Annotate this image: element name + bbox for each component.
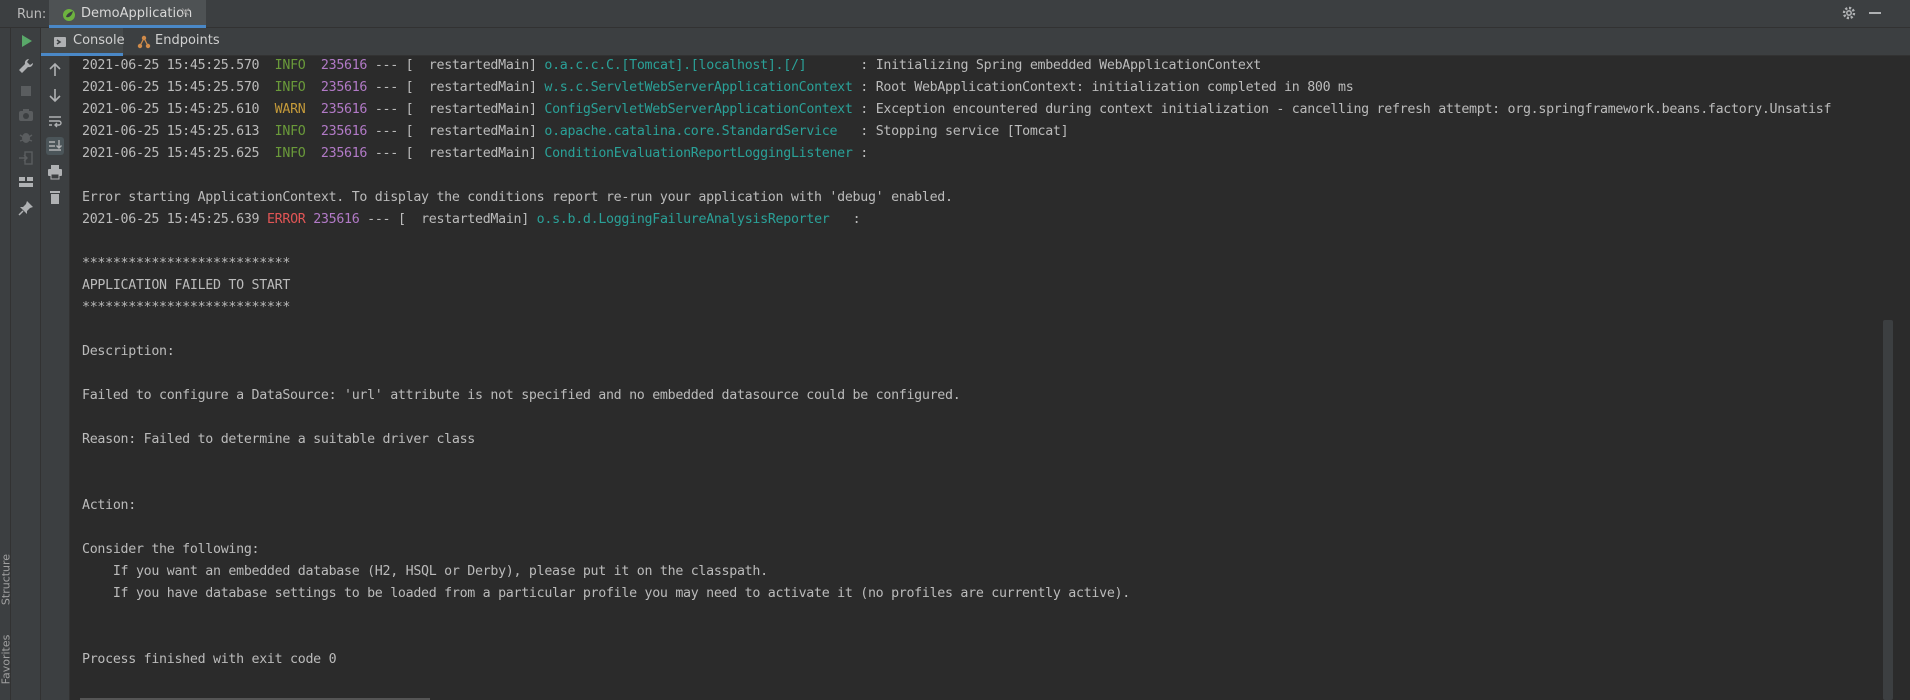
reason-line: Reason: Failed to determine a suitable d… xyxy=(82,432,475,447)
log-line-error: 2021-06-25 15:45:25.639 ERROR 235616 ---… xyxy=(82,212,861,232)
log-thread: --- [ restartedMain] xyxy=(367,146,545,161)
endpoints-icon xyxy=(137,35,151,49)
log-logger: ConditionEvaluationReportLoggingListener xyxy=(544,146,853,161)
minimize-icon[interactable] xyxy=(1866,4,1884,22)
log-thread: --- [ restartedMain] xyxy=(367,58,545,73)
log-level: WARN xyxy=(274,102,314,117)
log-line: 2021-06-25 15:45:25.570 INFO 235616 --- … xyxy=(82,58,1261,78)
log-logger: w.s.c.ServletWebServerApplicationContext xyxy=(544,80,853,95)
consider-line: Consider the following: xyxy=(82,542,260,557)
log-logger: ConfigServletWebServerApplicationContext xyxy=(544,102,853,117)
log-thread: --- [ restartedMain] xyxy=(367,124,545,139)
log-line: 2021-06-25 15:45:25.613 INFO 235616 --- … xyxy=(82,124,1069,144)
log-timestamp: 2021-06-25 15:45:25.570 xyxy=(82,58,260,73)
console-tool-column xyxy=(41,56,70,700)
trash-icon[interactable] xyxy=(46,188,64,206)
log-level: INFO xyxy=(274,146,314,161)
log-level: INFO xyxy=(274,80,314,95)
log-message: : Stopping service [Tomcat] xyxy=(852,124,1069,139)
consider-item-line: If you have database settings to be load… xyxy=(82,586,1130,601)
log-timestamp: 2021-06-25 15:45:25.570 xyxy=(82,80,260,95)
process-finished-line: Process finished with exit code 0 xyxy=(82,652,337,667)
log-timestamp: 2021-06-25 15:45:25.613 xyxy=(82,124,260,139)
log-thread: --- [ restartedMain] xyxy=(359,212,537,227)
layout-icon[interactable] xyxy=(17,173,35,191)
print-icon[interactable] xyxy=(46,163,64,181)
consider-item-line: If you want an embedded database (H2, HS… xyxy=(82,564,768,579)
log-pid: 235616 xyxy=(313,212,360,227)
log-message: : Exception encountered during context i… xyxy=(852,102,1832,117)
spring-boot-icon xyxy=(63,9,75,21)
log-timestamp: 2021-06-25 15:45:25.625 xyxy=(82,146,260,161)
wrench-icon[interactable] xyxy=(17,57,35,75)
log-thread: --- [ restartedMain] xyxy=(367,102,545,117)
run-sub-tabs: Console Endpoints xyxy=(41,28,1910,56)
log-logger: o.a.c.c.C.[Tomcat].[localhost].[/] xyxy=(544,58,853,73)
action-label-line: Action: xyxy=(82,498,136,513)
log-thread: --- [ restartedMain] xyxy=(367,80,545,95)
rerun-icon[interactable] xyxy=(17,32,35,50)
log-timestamp: 2021-06-25 15:45:25.639 xyxy=(82,212,260,227)
gear-icon[interactable] xyxy=(1840,4,1858,22)
pin-icon[interactable] xyxy=(17,199,35,217)
log-message: : xyxy=(844,212,861,227)
camera-icon[interactable] xyxy=(17,106,35,124)
log-pid: 235616 xyxy=(320,58,368,73)
log-level: INFO xyxy=(274,124,314,139)
stop-icon[interactable] xyxy=(17,82,35,100)
tab-endpoints[interactable]: Endpoints xyxy=(133,28,223,56)
log-message: : Root WebApplicationContext: initializa… xyxy=(852,80,1354,95)
stars-line: *************************** xyxy=(82,256,291,271)
log-line: 2021-06-25 15:45:25.610 WARN 235616 --- … xyxy=(82,102,1831,122)
failed-title-line: APPLICATION FAILED TO START xyxy=(82,278,291,293)
log-line: 2021-06-25 15:45:25.625 INFO 235616 --- … xyxy=(82,146,868,166)
description-label-line: Description: xyxy=(82,344,175,359)
log-logger: o.s.b.d.LoggingFailureAnalysisReporter xyxy=(536,212,845,227)
log-logger: o.apache.catalina.core.StandardService xyxy=(544,124,853,139)
error-hint-line: Error starting ApplicationContext. To di… xyxy=(82,190,953,205)
description-text-line: Failed to configure a DataSource: 'url' … xyxy=(82,388,961,403)
tab-endpoints-label: Endpoints xyxy=(155,33,220,48)
soft-wrap-icon[interactable] xyxy=(46,112,64,130)
scroll-down-icon[interactable] xyxy=(46,86,64,104)
scroll-up-icon[interactable] xyxy=(46,61,64,79)
log-line: 2021-06-25 15:45:25.570 INFO 235616 --- … xyxy=(82,80,1354,100)
tab-console-label: Console xyxy=(73,33,125,48)
vertical-scrollbar-thumb[interactable] xyxy=(1883,320,1893,700)
log-pid: 235616 xyxy=(320,124,368,139)
log-message: : Initializing Spring embedded WebApplic… xyxy=(852,58,1261,73)
log-level: INFO xyxy=(274,58,314,73)
close-icon[interactable]: × xyxy=(180,5,191,20)
console-output[interactable]: 2021-06-25 15:45:25.570 INFO 235616 --- … xyxy=(71,56,1885,700)
run-toolbar: Run: DemoApplication × xyxy=(0,0,1910,28)
log-level: ERROR xyxy=(266,212,306,227)
log-pid: 235616 xyxy=(320,80,368,95)
run-tool-column xyxy=(11,28,41,700)
side-tool-strip: Structure Favorites xyxy=(0,28,13,700)
scroll-to-end-icon[interactable] xyxy=(46,137,64,155)
console-icon xyxy=(54,37,66,47)
tab-console[interactable]: Console xyxy=(41,28,125,56)
log-pid: 235616 xyxy=(320,146,368,161)
run-label: Run: xyxy=(17,7,47,22)
bug-icon[interactable] xyxy=(17,128,35,146)
log-pid: 235616 xyxy=(320,102,368,117)
log-message: : xyxy=(852,146,869,161)
stars-line: *************************** xyxy=(82,300,291,315)
log-timestamp: 2021-06-25 15:45:25.610 xyxy=(82,102,260,117)
exit-icon[interactable] xyxy=(17,149,35,167)
run-tab-label: DemoApplication xyxy=(81,6,193,21)
